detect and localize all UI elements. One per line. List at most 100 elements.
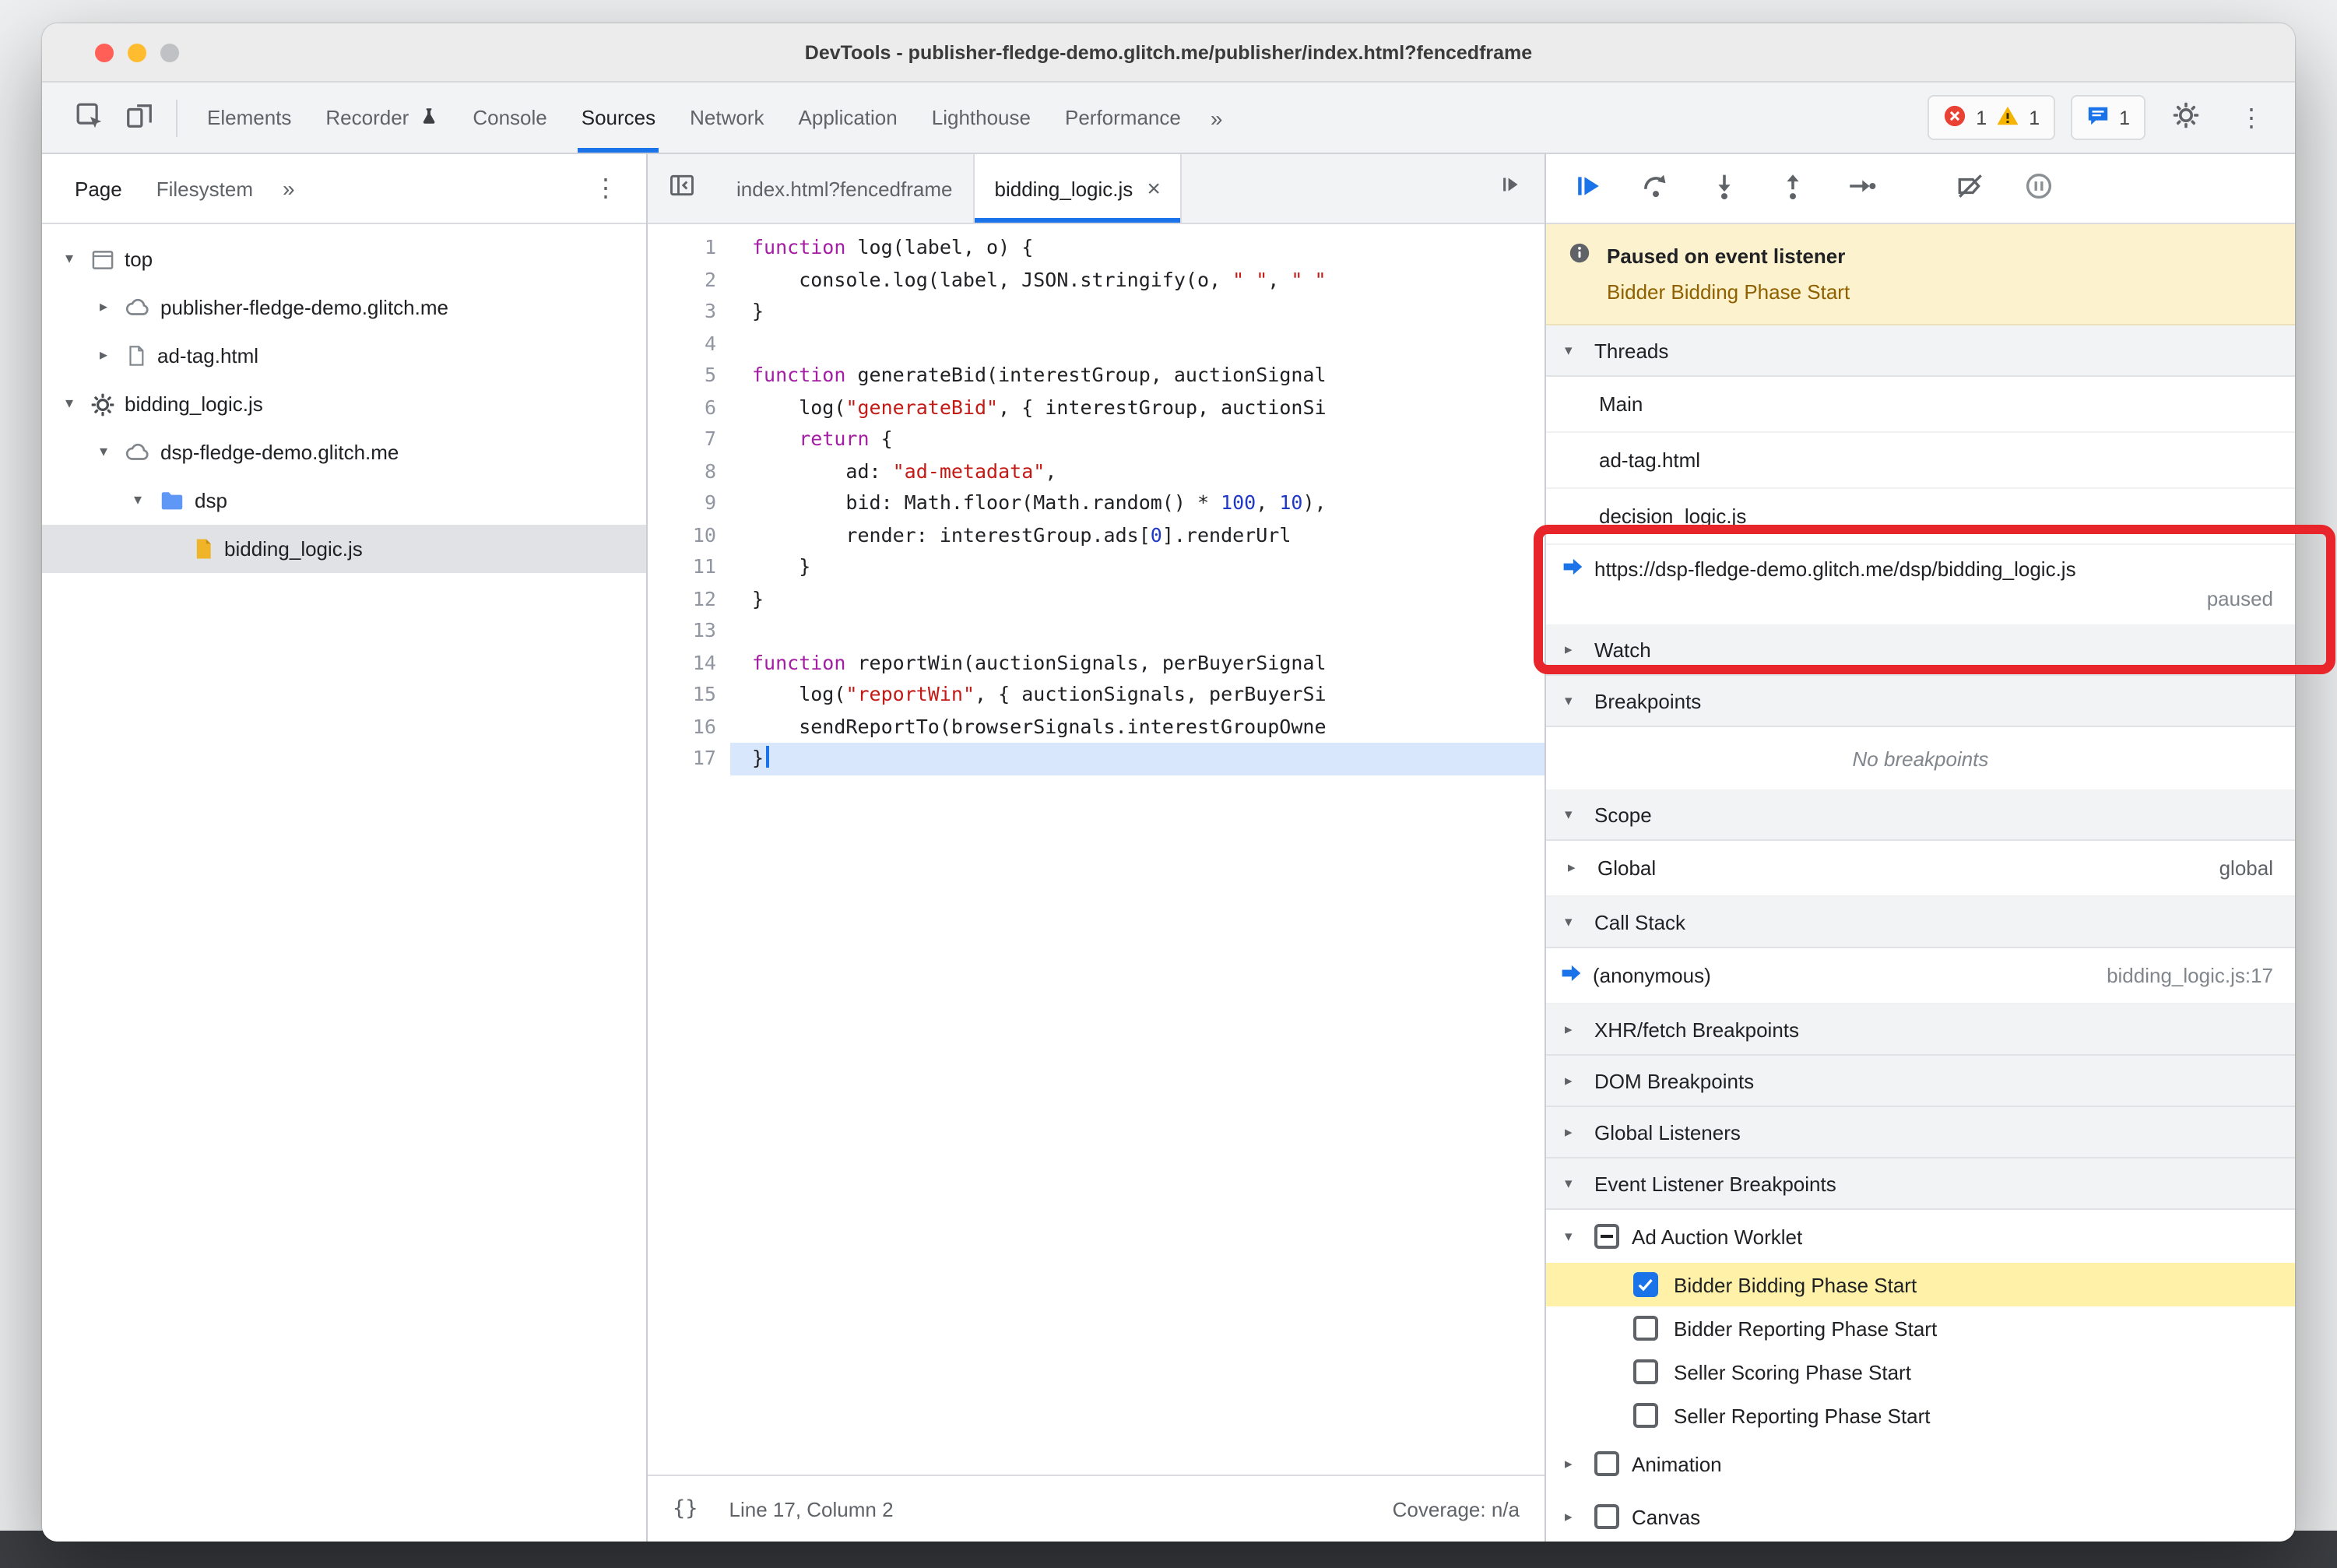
editor-tab-bidding-logic[interactable]: bidding_logic.js × bbox=[974, 154, 1183, 223]
line-number[interactable]: 1 bbox=[648, 232, 730, 264]
chevron-right-icon[interactable]: ▸ bbox=[1568, 860, 1585, 877]
code-editor[interactable]: 1 function log(label, o) { 2 console.log(… bbox=[648, 224, 1545, 1475]
tree-item-bidding-logic-worklet[interactable]: ▾ bidding_logic.js bbox=[42, 380, 646, 428]
step-button[interactable] bbox=[1833, 163, 1889, 213]
section-xhr-breakpoints[interactable]: ▸ XHR/fetch Breakpoints bbox=[1546, 1004, 2295, 1056]
chevron-down-icon[interactable]: ▾ bbox=[58, 396, 81, 413]
checkbox-checked[interactable] bbox=[1633, 1272, 1658, 1297]
code-line[interactable]: 12} bbox=[648, 583, 1545, 615]
more-panels-button[interactable]: » bbox=[1198, 83, 1235, 153]
chevron-down-icon[interactable]: ▾ bbox=[92, 444, 115, 461]
code-line[interactable]: 4 bbox=[648, 328, 1545, 360]
close-tab-icon[interactable]: × bbox=[1147, 175, 1161, 202]
section-scope[interactable]: ▾ Scope bbox=[1546, 789, 2295, 841]
section-threads[interactable]: ▾ Threads bbox=[1546, 325, 2295, 377]
line-number[interactable]: 7 bbox=[648, 424, 730, 455]
tab-performance[interactable]: Performance bbox=[1048, 83, 1198, 153]
section-call-stack[interactable]: ▾ Call Stack bbox=[1546, 897, 2295, 948]
tab-page[interactable]: Page bbox=[58, 154, 139, 223]
tab-recorder[interactable]: Recorder bbox=[308, 83, 455, 153]
elb-group-canvas[interactable]: ▸ Canvas bbox=[1546, 1490, 2295, 1542]
chevron-right-icon[interactable]: ▸ bbox=[1565, 1455, 1582, 1472]
section-global-listeners[interactable]: ▸ Global Listeners bbox=[1546, 1107, 2295, 1158]
checkbox-unchecked[interactable] bbox=[1594, 1504, 1619, 1529]
code-line[interactable]: 11 } bbox=[648, 551, 1545, 583]
pretty-print-icon[interactable]: {} bbox=[673, 1496, 698, 1521]
line-number[interactable]: 3 bbox=[648, 296, 730, 328]
execution-line[interactable]: 17} bbox=[648, 743, 1545, 775]
step-into-button[interactable] bbox=[1696, 163, 1752, 213]
line-number[interactable]: 9 bbox=[648, 487, 730, 519]
checkbox-unchecked[interactable] bbox=[1594, 1451, 1619, 1476]
close-window-button[interactable] bbox=[95, 43, 114, 62]
tree-item-bidding-logic-file[interactable]: bidding_logic.js bbox=[42, 525, 646, 573]
chevron-right-icon[interactable]: ▸ bbox=[92, 299, 115, 316]
code-line[interactable]: 2 console.log(label, JSON.stringify(o, "… bbox=[648, 264, 1545, 296]
line-number[interactable]: 17 bbox=[648, 743, 730, 775]
thread-main[interactable]: Main bbox=[1546, 377, 2295, 433]
line-number[interactable]: 13 bbox=[648, 615, 730, 647]
tab-elements[interactable]: Elements bbox=[190, 83, 308, 153]
code-line[interactable]: 9 bid: Math.floor(Math.random() * 100, 1… bbox=[648, 487, 1545, 519]
navigator-menu-button[interactable]: ⋮ bbox=[581, 163, 631, 213]
pause-on-exceptions-button[interactable] bbox=[2010, 163, 2066, 213]
elb-item-bidder-bidding-phase-start[interactable]: Bidder Bidding Phase Start bbox=[1546, 1263, 2295, 1306]
code-line[interactable]: 16 sendReportTo(browserSignals.interestG… bbox=[648, 711, 1545, 743]
code-line[interactable]: 3} bbox=[648, 296, 1545, 328]
elb-group-ad-auction-worklet[interactable]: ▾ Ad Auction Worklet bbox=[1546, 1210, 2295, 1263]
line-number[interactable]: 5 bbox=[648, 360, 730, 392]
line-number[interactable]: 12 bbox=[648, 583, 730, 615]
tab-lighthouse[interactable]: Lighthouse bbox=[915, 83, 1048, 153]
checkbox-unchecked[interactable] bbox=[1633, 1359, 1658, 1384]
elb-group-animation[interactable]: ▸ Animation bbox=[1546, 1437, 2295, 1490]
code-line[interactable]: 5 function generateBid(interestGroup, auc… bbox=[648, 360, 1545, 392]
code-line[interactable]: 14 function reportWin(auctionSignals, per… bbox=[648, 647, 1545, 679]
chevron-right-icon[interactable]: ▸ bbox=[92, 347, 115, 364]
line-number[interactable]: 15 bbox=[648, 679, 730, 711]
tab-filesystem[interactable]: Filesystem bbox=[139, 154, 270, 223]
line-number[interactable]: 2 bbox=[648, 264, 730, 296]
code-line[interactable]: 15 log("reportWin", { auctionSignals, pe… bbox=[648, 679, 1545, 711]
scope-global-row[interactable]: ▸ Global global bbox=[1546, 841, 2295, 897]
issues-badge[interactable]: 1 bbox=[2071, 95, 2145, 140]
settings-button[interactable] bbox=[2161, 93, 2211, 142]
tab-overflow-button[interactable] bbox=[1476, 154, 1545, 223]
zoom-window-button[interactable] bbox=[160, 43, 179, 62]
elb-item-seller-scoring-phase-start[interactable]: Seller Scoring Phase Start bbox=[1546, 1350, 2295, 1394]
editor-tab-index-html[interactable]: index.html?fencedframe bbox=[716, 154, 975, 223]
line-number[interactable]: 16 bbox=[648, 711, 730, 743]
call-stack-frame[interactable]: (anonymous) bidding_logic.js:17 bbox=[1546, 948, 2295, 1004]
tree-item-ad-tag[interactable]: ▸ ad-tag.html bbox=[42, 332, 646, 380]
tab-application[interactable]: Application bbox=[782, 83, 915, 153]
tab-console[interactable]: Console bbox=[455, 83, 564, 153]
tree-item-dsp-origin[interactable]: ▾ dsp-fledge-demo.glitch.me bbox=[42, 428, 646, 476]
tree-item-publisher-origin[interactable]: ▸ publisher-fledge-demo.glitch.me bbox=[42, 283, 646, 332]
elb-item-bidder-reporting-phase-start[interactable]: Bidder Reporting Phase Start bbox=[1546, 1306, 2295, 1350]
line-number[interactable]: 8 bbox=[648, 455, 730, 487]
resume-button[interactable] bbox=[1559, 163, 1615, 213]
minimize-window-button[interactable] bbox=[128, 43, 146, 62]
toggle-navigator-button[interactable] bbox=[648, 154, 716, 223]
code-line[interactable]: 1 function log(label, o) { bbox=[648, 232, 1545, 264]
line-number[interactable]: 6 bbox=[648, 392, 730, 424]
checkbox-unchecked[interactable] bbox=[1633, 1316, 1658, 1341]
chevron-right-icon[interactable]: ▸ bbox=[1565, 1508, 1582, 1525]
tree-item-dsp-folder[interactable]: ▾ dsp bbox=[42, 476, 646, 525]
code-line[interactable]: 13 bbox=[648, 615, 1545, 647]
line-number[interactable]: 10 bbox=[648, 519, 730, 551]
elb-item-seller-reporting-phase-start[interactable]: Seller Reporting Phase Start bbox=[1546, 1394, 2295, 1437]
line-number[interactable]: 11 bbox=[648, 551, 730, 583]
section-dom-breakpoints[interactable]: ▸ DOM Breakpoints bbox=[1546, 1056, 2295, 1107]
step-over-button[interactable] bbox=[1627, 163, 1683, 213]
inspect-element-button[interactable] bbox=[64, 93, 114, 142]
tab-network[interactable]: Network bbox=[673, 83, 781, 153]
step-out-button[interactable] bbox=[1764, 163, 1820, 213]
tree-item-top[interactable]: ▾ top bbox=[42, 235, 646, 283]
code-line[interactable]: 6 log("generateBid", { interestGroup, au… bbox=[648, 392, 1545, 424]
main-menu-button[interactable]: ⋮ bbox=[2226, 93, 2276, 142]
checkbox-indeterminate[interactable] bbox=[1594, 1224, 1619, 1249]
chevron-down-icon[interactable]: ▾ bbox=[1565, 1228, 1582, 1245]
errors-warnings-badge[interactable]: 1 1 bbox=[1928, 95, 2056, 140]
code-line[interactable]: 7 return { bbox=[648, 424, 1545, 455]
section-breakpoints[interactable]: ▾ Breakpoints bbox=[1546, 676, 2295, 727]
